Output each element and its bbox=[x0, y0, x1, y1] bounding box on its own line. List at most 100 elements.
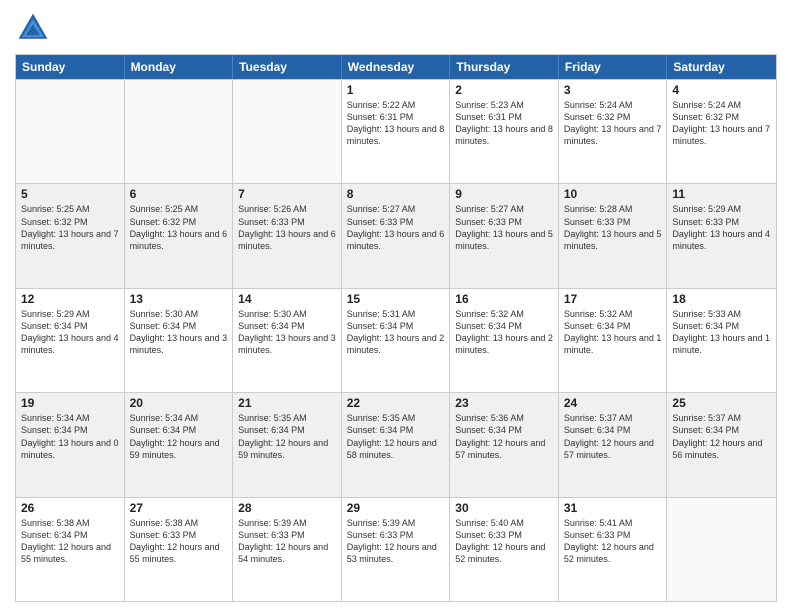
day-info: Sunrise: 5:41 AM Sunset: 6:33 PM Dayligh… bbox=[564, 517, 662, 566]
calendar-row-3: 19 Sunrise: 5:34 AM Sunset: 6:34 PM Dayli… bbox=[16, 392, 776, 496]
calendar-row-0: 1Sunrise: 5:22 AM Sunset: 6:31 PM Daylig… bbox=[16, 79, 776, 183]
calendar-row-1: 5 Sunrise: 5:25 AM Sunset: 6:32 PM Daylig… bbox=[16, 183, 776, 287]
day-info: Sunrise: 5:24 AM Sunset: 6:32 PM Dayligh… bbox=[672, 99, 771, 148]
day-cell-26: 26Sunrise: 5:38 AM Sunset: 6:34 PM Dayli… bbox=[16, 498, 125, 601]
empty-cell bbox=[16, 80, 125, 183]
day-cell-29: 29 Sunrise: 5:39 AM Sunset: 6:33 PM Dayli… bbox=[342, 498, 451, 601]
day-number: 30 bbox=[455, 501, 553, 515]
day-of-week-saturday: Saturday bbox=[667, 55, 776, 79]
day-info: Sunrise: 5:26 AM Sunset: 6:33 PM Dayligh… bbox=[238, 203, 336, 252]
calendar-row-4: 26Sunrise: 5:38 AM Sunset: 6:34 PM Dayli… bbox=[16, 497, 776, 601]
day-cell-31: 31 Sunrise: 5:41 AM Sunset: 6:33 PM Dayli… bbox=[559, 498, 668, 601]
day-cell-2: 2Sunrise: 5:23 AM Sunset: 6:31 PM Daylig… bbox=[450, 80, 559, 183]
day-of-week-wednesday: Wednesday bbox=[342, 55, 451, 79]
day-number: 15 bbox=[347, 292, 445, 306]
day-info: Sunrise: 5:25 AM Sunset: 6:32 PM Dayligh… bbox=[21, 203, 119, 252]
day-cell-7: 7 Sunrise: 5:26 AM Sunset: 6:33 PM Daylig… bbox=[233, 184, 342, 287]
day-number: 14 bbox=[238, 292, 336, 306]
day-info: Sunrise: 5:33 AM Sunset: 6:34 PM Dayligh… bbox=[672, 308, 771, 357]
logo-icon bbox=[15, 10, 51, 46]
day-info: Sunrise: 5:30 AM Sunset: 6:34 PM Dayligh… bbox=[238, 308, 336, 357]
day-info: Sunrise: 5:36 AM Sunset: 6:34 PM Dayligh… bbox=[455, 412, 553, 461]
day-info: Sunrise: 5:24 AM Sunset: 6:32 PM Dayligh… bbox=[564, 99, 662, 148]
day-cell-25: 25 Sunrise: 5:37 AM Sunset: 6:34 PM Dayli… bbox=[667, 393, 776, 496]
page: SundayMondayTuesdayWednesdayThursdayFrid… bbox=[0, 0, 792, 612]
day-info: Sunrise: 5:34 AM Sunset: 6:34 PM Dayligh… bbox=[130, 412, 228, 461]
day-cell-27: 27Sunrise: 5:38 AM Sunset: 6:33 PM Dayli… bbox=[125, 498, 234, 601]
day-number: 6 bbox=[130, 187, 228, 201]
day-cell-24: 24 Sunrise: 5:37 AM Sunset: 6:34 PM Dayli… bbox=[559, 393, 668, 496]
day-info: Sunrise: 5:28 AM Sunset: 6:33 PM Dayligh… bbox=[564, 203, 662, 252]
calendar-header: SundayMondayTuesdayWednesdayThursdayFrid… bbox=[16, 55, 776, 79]
day-number: 29 bbox=[347, 501, 445, 515]
day-cell-22: 22 Sunrise: 5:35 AM Sunset: 6:34 PM Dayli… bbox=[342, 393, 451, 496]
day-info: Sunrise: 5:29 AM Sunset: 6:34 PM Dayligh… bbox=[21, 308, 119, 357]
calendar-body: 1Sunrise: 5:22 AM Sunset: 6:31 PM Daylig… bbox=[16, 79, 776, 601]
day-info: Sunrise: 5:39 AM Sunset: 6:33 PM Dayligh… bbox=[238, 517, 336, 566]
day-info: Sunrise: 5:30 AM Sunset: 6:34 PM Dayligh… bbox=[130, 308, 228, 357]
day-number: 24 bbox=[564, 396, 662, 410]
day-cell-28: 28 Sunrise: 5:39 AM Sunset: 6:33 PM Dayli… bbox=[233, 498, 342, 601]
day-cell-3: 3 Sunrise: 5:24 AM Sunset: 6:32 PM Daylig… bbox=[559, 80, 668, 183]
day-info: Sunrise: 5:34 AM Sunset: 6:34 PM Dayligh… bbox=[21, 412, 119, 461]
header bbox=[15, 10, 777, 46]
day-cell-30: 30 Sunrise: 5:40 AM Sunset: 6:33 PM Dayli… bbox=[450, 498, 559, 601]
day-info: Sunrise: 5:31 AM Sunset: 6:34 PM Dayligh… bbox=[347, 308, 445, 357]
day-info: Sunrise: 5:35 AM Sunset: 6:34 PM Dayligh… bbox=[347, 412, 445, 461]
empty-cell bbox=[667, 498, 776, 601]
day-number: 18 bbox=[672, 292, 771, 306]
day-info: Sunrise: 5:38 AM Sunset: 6:34 PM Dayligh… bbox=[21, 517, 119, 566]
day-number: 4 bbox=[672, 83, 771, 97]
day-number: 28 bbox=[238, 501, 336, 515]
day-number: 17 bbox=[564, 292, 662, 306]
day-of-week-monday: Monday bbox=[125, 55, 234, 79]
day-of-week-thursday: Thursday bbox=[450, 55, 559, 79]
day-cell-21: 21 Sunrise: 5:35 AM Sunset: 6:34 PM Dayli… bbox=[233, 393, 342, 496]
day-info: Sunrise: 5:37 AM Sunset: 6:34 PM Dayligh… bbox=[564, 412, 662, 461]
day-cell-19: 19 Sunrise: 5:34 AM Sunset: 6:34 PM Dayli… bbox=[16, 393, 125, 496]
day-number: 7 bbox=[238, 187, 336, 201]
day-number: 23 bbox=[455, 396, 553, 410]
day-number: 16 bbox=[455, 292, 553, 306]
calendar-row-2: 12Sunrise: 5:29 AM Sunset: 6:34 PM Dayli… bbox=[16, 288, 776, 392]
day-info: Sunrise: 5:27 AM Sunset: 6:33 PM Dayligh… bbox=[455, 203, 553, 252]
day-number: 10 bbox=[564, 187, 662, 201]
day-cell-18: 18 Sunrise: 5:33 AM Sunset: 6:34 PM Dayli… bbox=[667, 289, 776, 392]
day-number: 5 bbox=[21, 187, 119, 201]
day-number: 27 bbox=[130, 501, 228, 515]
empty-cell bbox=[233, 80, 342, 183]
day-cell-9: 9Sunrise: 5:27 AM Sunset: 6:33 PM Daylig… bbox=[450, 184, 559, 287]
day-number: 19 bbox=[21, 396, 119, 410]
logo bbox=[15, 10, 55, 46]
day-cell-8: 8Sunrise: 5:27 AM Sunset: 6:33 PM Daylig… bbox=[342, 184, 451, 287]
day-number: 25 bbox=[672, 396, 771, 410]
day-cell-14: 14 Sunrise: 5:30 AM Sunset: 6:34 PM Dayli… bbox=[233, 289, 342, 392]
day-cell-11: 11Sunrise: 5:29 AM Sunset: 6:33 PM Dayli… bbox=[667, 184, 776, 287]
day-number: 11 bbox=[672, 187, 771, 201]
day-number: 31 bbox=[564, 501, 662, 515]
day-cell-12: 12Sunrise: 5:29 AM Sunset: 6:34 PM Dayli… bbox=[16, 289, 125, 392]
day-number: 21 bbox=[238, 396, 336, 410]
day-info: Sunrise: 5:37 AM Sunset: 6:34 PM Dayligh… bbox=[672, 412, 771, 461]
day-info: Sunrise: 5:22 AM Sunset: 6:31 PM Dayligh… bbox=[347, 99, 445, 148]
day-cell-13: 13Sunrise: 5:30 AM Sunset: 6:34 PM Dayli… bbox=[125, 289, 234, 392]
day-cell-16: 16Sunrise: 5:32 AM Sunset: 6:34 PM Dayli… bbox=[450, 289, 559, 392]
day-cell-17: 17 Sunrise: 5:32 AM Sunset: 6:34 PM Dayli… bbox=[559, 289, 668, 392]
day-of-week-friday: Friday bbox=[559, 55, 668, 79]
day-info: Sunrise: 5:35 AM Sunset: 6:34 PM Dayligh… bbox=[238, 412, 336, 461]
empty-cell bbox=[125, 80, 234, 183]
day-info: Sunrise: 5:25 AM Sunset: 6:32 PM Dayligh… bbox=[130, 203, 228, 252]
day-number: 3 bbox=[564, 83, 662, 97]
day-info: Sunrise: 5:32 AM Sunset: 6:34 PM Dayligh… bbox=[564, 308, 662, 357]
day-number: 22 bbox=[347, 396, 445, 410]
day-cell-15: 15 Sunrise: 5:31 AM Sunset: 6:34 PM Dayli… bbox=[342, 289, 451, 392]
day-cell-6: 6 Sunrise: 5:25 AM Sunset: 6:32 PM Daylig… bbox=[125, 184, 234, 287]
day-of-week-sunday: Sunday bbox=[16, 55, 125, 79]
day-number: 8 bbox=[347, 187, 445, 201]
calendar: SundayMondayTuesdayWednesdayThursdayFrid… bbox=[15, 54, 777, 602]
day-info: Sunrise: 5:39 AM Sunset: 6:33 PM Dayligh… bbox=[347, 517, 445, 566]
day-number: 2 bbox=[455, 83, 553, 97]
day-info: Sunrise: 5:40 AM Sunset: 6:33 PM Dayligh… bbox=[455, 517, 553, 566]
day-number: 20 bbox=[130, 396, 228, 410]
day-cell-10: 10 Sunrise: 5:28 AM Sunset: 6:33 PM Dayli… bbox=[559, 184, 668, 287]
